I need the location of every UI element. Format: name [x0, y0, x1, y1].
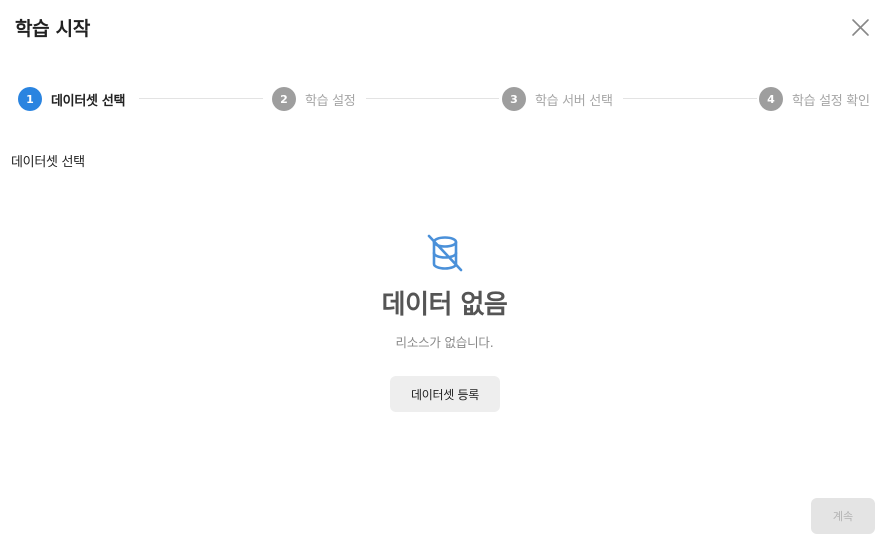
- close-icon[interactable]: [850, 17, 871, 38]
- step-number: 4: [759, 87, 783, 111]
- step-server-select: 3 학습 서버 선택: [502, 87, 613, 111]
- step-number: 3: [502, 87, 526, 111]
- step-number: 1: [18, 87, 42, 111]
- register-dataset-button[interactable]: 데이터셋 등록: [390, 376, 500, 412]
- step-connector: [139, 98, 263, 99]
- step-settings-confirm: 4 학습 설정 확인: [759, 87, 870, 111]
- section-label: 데이터셋 선택: [11, 155, 85, 170]
- step-label: 학습 설정: [305, 93, 356, 109]
- continue-button[interactable]: 계속: [811, 498, 875, 534]
- empty-state-title: 데이터 없음: [381, 290, 508, 320]
- step-label: 학습 서버 선택: [535, 93, 613, 109]
- empty-state-description: 리소스가 없습니다.: [395, 335, 494, 350]
- stepper: 1 데이터셋 선택 2 학습 설정 3 학습 서버 선택 4 학습 설정 확인: [18, 87, 873, 111]
- step-connector: [623, 98, 757, 99]
- dialog-title: 학습 시작: [15, 18, 91, 40]
- step-dataset-select: 1 데이터셋 선택: [18, 87, 125, 111]
- step-training-settings: 2 학습 설정: [272, 87, 356, 111]
- step-connector: [366, 98, 499, 99]
- step-label: 학습 설정 확인: [792, 93, 870, 109]
- start-training-dialog: 학습 시작 1 데이터셋 선택 2 학습 설정 3 학습 서버 선택 4 학습 …: [0, 0, 889, 550]
- step-label: 데이터셋 선택: [51, 93, 126, 109]
- empty-state: 데이터 없음 리소스가 없습니다.: [0, 232, 889, 351]
- database-off-icon: [427, 234, 462, 272]
- step-number: 2: [272, 87, 296, 111]
